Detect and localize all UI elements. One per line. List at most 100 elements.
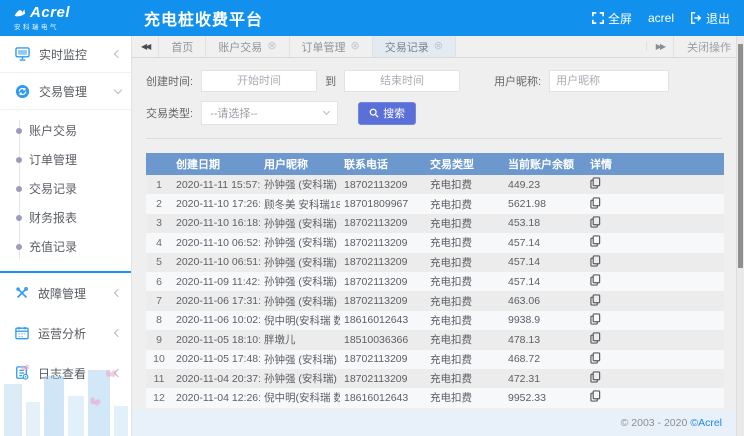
sidebar-item-account-trade[interactable]: 账户交易 bbox=[0, 116, 131, 145]
bullet-icon bbox=[16, 186, 22, 192]
row-phone: 18702113209 bbox=[340, 291, 426, 310]
row-detail bbox=[586, 175, 724, 194]
col-index bbox=[146, 153, 172, 175]
col-phone: 联系电话 bbox=[340, 153, 426, 175]
top-header: Acrel 安科瑞电气 充电桩收费平台 全屏 acrel 退出 bbox=[0, 0, 744, 36]
row-nickname: 孙钟强 (安科瑞) bbox=[260, 214, 340, 233]
brand-logo[interactable]: Acrel 安科瑞电气 bbox=[0, 6, 132, 31]
logout-button[interactable]: 退出 bbox=[690, 10, 730, 27]
row-nickname: 孙钟强 (安科瑞) bbox=[260, 233, 340, 252]
app-window: Acrel 安科瑞电气 充电桩收费平台 全屏 acrel 退出 实时监控 交易管… bbox=[0, 0, 744, 436]
row-create-date: 2020-11-11 15:57:23 bbox=[172, 175, 260, 194]
row-detail bbox=[586, 233, 724, 252]
footer-brand-link[interactable]: ©Acrel bbox=[690, 417, 722, 429]
transactions-body: 12020-11-11 15:57:23孙钟强 (安科瑞)18702113209… bbox=[146, 175, 724, 408]
sidebar-item-log-view[interactable]: 日志查看 bbox=[0, 353, 131, 393]
transaction-submenu: 账户交易 订单管理 交易记录 财务报表 充值记录 bbox=[0, 110, 131, 273]
scrollbar-thumb[interactable] bbox=[738, 44, 743, 268]
row-create-date: 2020-11-04 12:26:31 bbox=[172, 388, 260, 407]
row-create-date: 2020-11-06 17:31:29 bbox=[172, 291, 260, 310]
logo-text: Acrel bbox=[30, 6, 70, 20]
sidebar-item-fault-mgmt[interactable]: 故障管理 bbox=[0, 273, 131, 313]
row-type: 充电扣费 bbox=[426, 233, 504, 252]
close-operations-menu[interactable]: 关闭操作 bbox=[673, 36, 744, 57]
detail-button[interactable] bbox=[590, 235, 601, 247]
close-tab-icon[interactable]: ⊗ bbox=[267, 41, 276, 52]
row-type: 充电扣费 bbox=[426, 369, 504, 388]
row-phone: 18616012643 bbox=[340, 388, 426, 407]
filter-row-time: 创建时间: 到 用户昵称: bbox=[146, 70, 724, 92]
detail-copy-icon bbox=[590, 255, 601, 267]
fullscreen-button[interactable]: 全屏 bbox=[592, 10, 632, 27]
close-tab-icon[interactable]: ⊗ bbox=[434, 41, 443, 52]
table-row: 42020-11-10 06:52:59孙钟强 (安科瑞)18702113209… bbox=[146, 233, 724, 252]
close-tab-icon[interactable]: ⊗ bbox=[351, 41, 360, 52]
tools-icon bbox=[15, 286, 29, 300]
detail-copy-icon bbox=[590, 274, 601, 286]
table-row: 62020-11-09 11:42:24孙钟强 (安科瑞)18702113209… bbox=[146, 272, 724, 291]
row-create-date: 2020-11-10 06:52:59 bbox=[172, 233, 260, 252]
detail-copy-icon bbox=[590, 294, 601, 306]
detail-button[interactable] bbox=[590, 197, 601, 209]
tab-account-trade[interactable]: 账户交易 ⊗ bbox=[206, 36, 289, 57]
row-phone: 18701809967 bbox=[340, 194, 426, 213]
transaction-icon bbox=[15, 84, 30, 99]
table-header: 创建日期 用户昵称 联系电话 交易类型 当前账户余额 详情 bbox=[146, 153, 724, 175]
sidebar-item-operation-analysis[interactable]: 运营分析 bbox=[0, 313, 131, 353]
sidebar-item-finance-report[interactable]: 财务报表 bbox=[0, 203, 131, 232]
row-balance: 472.31 bbox=[504, 369, 586, 388]
logo-subtext: 安科瑞电气 bbox=[14, 21, 132, 31]
col-detail: 详情 bbox=[586, 153, 724, 175]
detail-copy-icon bbox=[590, 177, 601, 189]
transaction-type-select[interactable]: --请选择-- bbox=[201, 101, 338, 125]
search-button[interactable]: 搜索 bbox=[358, 102, 416, 125]
detail-button[interactable] bbox=[590, 216, 601, 228]
detail-button[interactable] bbox=[590, 177, 601, 189]
detail-button[interactable] bbox=[590, 274, 601, 286]
sidebar-item-order-mgmt[interactable]: 订单管理 bbox=[0, 145, 131, 174]
chevron-left-icon bbox=[114, 329, 122, 337]
bullet-icon bbox=[16, 215, 22, 221]
tab-home[interactable]: 首页 bbox=[159, 36, 206, 57]
row-phone: 18616012643 bbox=[340, 311, 426, 330]
detail-button[interactable] bbox=[590, 371, 601, 383]
tab-order-mgmt[interactable]: 订单管理 ⊗ bbox=[290, 36, 373, 57]
chevron-down-icon bbox=[114, 85, 122, 93]
sidebar-item-transaction-record[interactable]: 交易记录 bbox=[0, 174, 131, 203]
sidebar-item-transaction-mgmt[interactable]: 交易管理 bbox=[0, 73, 131, 110]
row-nickname: 孙钟强 (安科瑞) bbox=[260, 253, 340, 272]
transaction-type-label: 交易类型: bbox=[146, 105, 193, 121]
detail-button[interactable] bbox=[590, 332, 601, 344]
table-row: 32020-11-10 16:18:58孙钟强 (安科瑞)18702113209… bbox=[146, 214, 724, 233]
nickname-input[interactable] bbox=[549, 70, 669, 92]
detail-button[interactable] bbox=[590, 255, 601, 267]
col-type: 交易类型 bbox=[426, 153, 504, 175]
row-index: 4 bbox=[146, 233, 172, 252]
row-type: 充电扣费 bbox=[426, 291, 504, 310]
row-index: 8 bbox=[146, 311, 172, 330]
sidebar-item-recharge-record[interactable]: 充值记录 bbox=[0, 232, 131, 261]
row-phone: 18702113209 bbox=[340, 233, 426, 252]
row-create-date: 2020-11-09 11:42:24 bbox=[172, 272, 260, 291]
chevron-down-icon bbox=[323, 108, 330, 115]
col-nickname: 用户昵称 bbox=[260, 153, 340, 175]
detail-button[interactable] bbox=[590, 294, 601, 306]
tab-transaction-record[interactable]: 交易记录 ⊗ bbox=[373, 36, 456, 57]
scroll-tabs-right-icon[interactable]: ▶▶ bbox=[646, 42, 673, 51]
tab-bar: ◀◀ 首页 账户交易 ⊗ 订单管理 ⊗ 交易记录 ⊗ ▶▶ 关闭操作 bbox=[132, 36, 744, 58]
scroll-tabs-left-icon[interactable]: ◀◀ bbox=[132, 36, 159, 57]
detail-button[interactable] bbox=[590, 313, 601, 325]
row-detail bbox=[586, 350, 724, 369]
row-index: 10 bbox=[146, 350, 172, 369]
row-balance: 453.18 bbox=[504, 214, 586, 233]
detail-copy-icon bbox=[590, 390, 601, 402]
detail-button[interactable] bbox=[590, 352, 601, 364]
bullet-icon bbox=[16, 128, 22, 134]
start-time-input[interactable] bbox=[201, 70, 317, 92]
sidebar-item-realtime-monitor[interactable]: 实时监控 bbox=[0, 36, 131, 73]
vertical-scrollbar[interactable] bbox=[736, 36, 744, 436]
end-time-input[interactable] bbox=[344, 70, 460, 92]
detail-button[interactable] bbox=[590, 390, 601, 402]
detail-copy-icon bbox=[590, 216, 601, 228]
username[interactable]: acrel bbox=[648, 11, 674, 25]
